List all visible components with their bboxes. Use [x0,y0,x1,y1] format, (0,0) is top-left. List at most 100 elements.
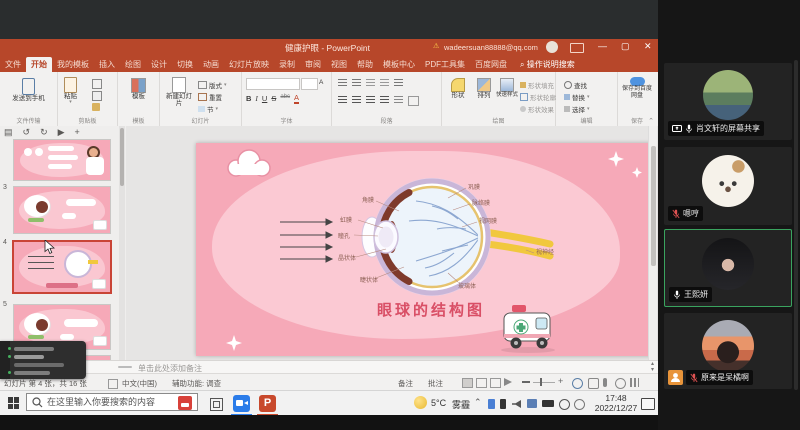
zoom-slider-handle[interactable] [540,378,542,386]
shape-fill-button[interactable]: 形状填充 [520,80,554,90]
tab-file[interactable]: 文件 [0,57,26,72]
bluetooth-icon[interactable] [488,399,495,409]
clear-format-icon[interactable]: abc [280,94,290,104]
account-avatar[interactable] [546,41,558,53]
shape-outline-button[interactable]: 形状轮廓 [520,92,556,102]
tab-animations[interactable]: 动画 [198,57,224,72]
participant-tile-2[interactable]: 嗯哼 [664,147,792,225]
meeting-overlay-icon-2[interactable] [588,378,599,389]
tab-pdf-tools[interactable]: PDF工具集 [420,57,470,72]
close-button[interactable]: ✕ [644,41,652,52]
comments-toggle[interactable]: 批注 [428,378,443,389]
copy-icon[interactable] [92,91,102,101]
tab-my-templates[interactable]: 我的模板 [52,57,94,72]
replace-button[interactable]: 替换▾ [564,92,590,102]
ribbon-display-options-icon[interactable] [570,43,584,53]
tab-help[interactable]: 帮助 [352,57,378,72]
battery-icon[interactable] [542,400,554,407]
thumbnail-scrollbar-thumb[interactable] [120,128,124,186]
zoom-in-icon[interactable]: + [558,376,563,386]
reset-button[interactable]: 重置 [198,92,222,102]
search-highlight-icon[interactable] [178,396,192,410]
notes-splitter-handle[interactable] [118,366,132,368]
taskbar-clock[interactable]: 17:48 2022/12/27 [592,394,640,413]
tab-baidu-pan[interactable]: 百度网盘 [470,57,512,72]
weather-icon[interactable] [414,396,427,409]
columns-icon[interactable] [394,96,403,104]
shapes-button[interactable]: 形状 [446,78,470,99]
accessibility-status[interactable]: 辅助功能: 调查 [172,378,221,389]
layout-button[interactable]: 版式▾ [198,80,227,90]
notes-toggle[interactable]: 备注 [398,378,413,389]
align-right-icon[interactable] [366,96,375,104]
font-name-box[interactable] [246,78,300,90]
underline-button[interactable]: U [262,94,267,104]
tab-transitions[interactable]: 切换 [172,57,198,72]
taskbar-search-input[interactable] [26,393,198,411]
tab-view[interactable]: 视图 [326,57,352,72]
select-button[interactable]: 选择▾ [564,104,590,114]
powerpoint-taskbar-icon[interactable]: P [259,395,276,412]
strikethrough-button[interactable]: S [271,94,276,104]
weather-desc[interactable]: 雾霾 [452,398,470,411]
zoom-out-icon[interactable] [522,381,530,383]
format-painter-icon[interactable] [92,103,100,111]
cut-icon[interactable] [92,79,102,89]
indent-increase-icon[interactable] [380,79,389,87]
qat-add-icon[interactable]: + [75,127,80,138]
spellcheck-icon[interactable] [108,379,118,389]
current-slide[interactable]: 角膜 虹膜 瞳孔 晶状体 睫状体 巩膜 脉络膜 视网膜 视神经 玻璃体 眼球的结… [196,143,654,356]
line-spacing-icon[interactable] [394,79,403,87]
bullets-icon[interactable] [338,79,347,87]
save-icon[interactable]: ▤ [4,127,13,138]
justify-icon[interactable] [380,96,389,104]
thumbnail-slide-4-selected[interactable] [14,242,110,292]
tab-home[interactable]: 开始 [26,57,52,72]
account-email[interactable]: wadeersuan88888@qq.com [444,43,538,52]
windows-start-button[interactable] [8,397,20,409]
task-view-icon[interactable] [210,398,223,411]
minimize-button[interactable]: — [598,41,607,52]
collapse-ribbon-icon[interactable]: ⌃ [648,117,654,125]
font-color-button[interactable]: A [294,94,299,104]
normal-view-icon[interactable] [462,378,473,388]
network-icon[interactable] [527,399,537,408]
weather-temp[interactable]: 5°C [431,398,446,408]
tencent-meeting-icon[interactable] [233,395,250,412]
numbering-icon[interactable] [352,79,361,87]
volume-icon[interactable] [512,400,521,408]
indent-decrease-icon[interactable] [366,79,375,87]
tab-draw[interactable]: 绘图 [120,57,146,72]
tab-template-center[interactable]: 模板中心 [378,57,420,72]
grid-icon[interactable] [630,378,639,387]
participant-tile-sharer[interactable]: 肖文轩的屏幕共享 [664,63,792,140]
thumbnail-scrollbar[interactable] [119,126,125,360]
tab-record[interactable]: 录制 [274,57,300,72]
tell-me-search[interactable]: ⌕ 操作说明搜索 [520,57,575,72]
slide-sorter-view-icon[interactable] [476,378,487,388]
meeting-overlay-icon-1[interactable] [572,378,583,389]
editor-scrollbar[interactable] [648,126,657,360]
notes-bar[interactable]: 单击此处添加备注 ▴ ▾ [0,360,658,374]
tab-design[interactable]: 设计 [146,57,172,72]
slideshow-view-icon[interactable] [504,378,512,386]
font-size-box[interactable] [301,78,318,90]
restore-button[interactable]: ▢ [621,41,630,52]
thumbnail-slide-3[interactable] [14,187,110,233]
sidebar-scrollbar[interactable] [794,60,798,390]
arrange-button[interactable]: 排列 [472,78,496,99]
tab-insert[interactable]: 插入 [94,57,120,72]
template-button[interactable]: 模板 [118,78,159,100]
redo-icon[interactable]: ↻ [40,127,48,138]
italic-button[interactable]: I [255,94,258,104]
phone-link-icon[interactable] [500,399,506,409]
sync-icon[interactable] [574,399,585,410]
send-to-phone-button[interactable]: 发送到手机 [0,78,57,102]
paste-button[interactable]: 粘贴▾ [64,77,77,106]
meeting-float-panel[interactable] [0,341,86,379]
save-to-baidu-pan-button[interactable]: 保存到百度网盘 [618,77,656,99]
new-slide-button[interactable]: 新建幻灯片 [163,77,195,107]
member-icon[interactable] [615,378,626,389]
settings-icon[interactable] [559,399,570,410]
grow-font-icon[interactable]: A [319,79,323,86]
